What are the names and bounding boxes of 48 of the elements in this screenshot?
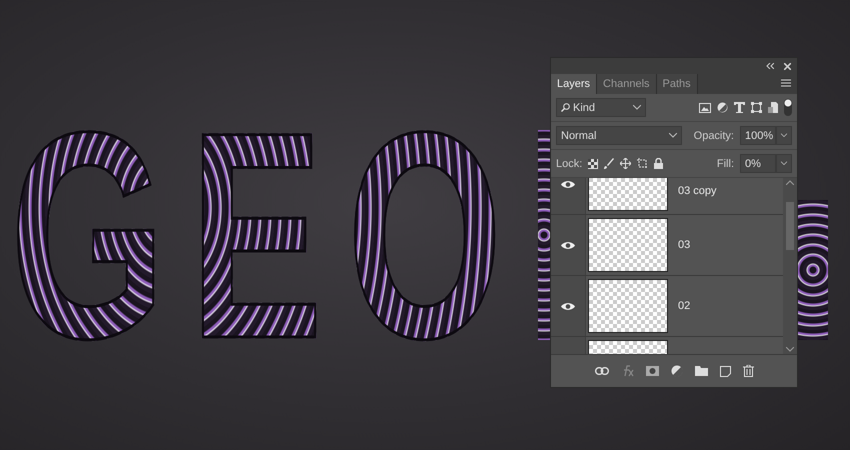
panel-tab[interactable]: Channels — [597, 74, 657, 94]
eye-icon[interactable] — [561, 180, 575, 188]
eye-icon[interactable] — [561, 240, 575, 250]
layer-name: 03 copy — [678, 185, 717, 197]
fill-label: Fill: — [716, 158, 734, 170]
document-icon[interactable] — [768, 102, 778, 113]
transform-icon[interactable] — [751, 102, 762, 113]
trash-icon[interactable] — [742, 365, 754, 377]
scrollbar[interactable] — [783, 178, 797, 354]
half-circle-icon[interactable] — [670, 365, 682, 377]
search-icon — [561, 103, 570, 112]
blend-mode-dropdown[interactable]: Normal — [556, 126, 682, 145]
menu-icon[interactable] — [781, 79, 791, 87]
brush-icon[interactable] — [604, 158, 614, 169]
layer-name: 03 — [678, 239, 690, 251]
lock-label: Lock: — [556, 158, 582, 170]
image-icon[interactable] — [699, 102, 711, 112]
up-chevron-icon[interactable] — [786, 180, 794, 185]
chevron-icon — [633, 105, 641, 110]
mask-icon[interactable] — [646, 366, 658, 376]
padlock-icon[interactable] — [654, 158, 664, 169]
folder-icon[interactable] — [694, 366, 708, 376]
move-icon[interactable] — [620, 158, 632, 169]
crop-icon[interactable] — [637, 158, 648, 169]
layer-row[interactable]: 03 copy — [551, 178, 783, 215]
chevron-icon — [781, 161, 787, 166]
chevron-icon — [781, 133, 787, 138]
half-circle-icon[interactable] — [717, 102, 728, 113]
link-icon[interactable] — [594, 367, 608, 375]
layer-row[interactable]: 02 — [551, 276, 783, 337]
eye-icon[interactable] — [561, 302, 575, 310]
new-layer-icon[interactable] — [720, 366, 730, 376]
fill-field[interactable]: 0% — [740, 154, 776, 173]
chevron-icon — [668, 133, 677, 138]
scrollbar-thumb[interactable] — [786, 202, 794, 250]
toggle-icon[interactable] — [784, 99, 792, 116]
layer-row[interactable]: 03 — [551, 215, 783, 276]
checkerboard-icon[interactable] — [588, 158, 598, 168]
opacity-label: Opacity: — [694, 130, 734, 142]
layer-name: 02 — [678, 300, 690, 312]
filter-dropdown[interactable]: Kind — [556, 98, 646, 117]
close-icon[interactable] — [784, 62, 791, 70]
text-icon[interactable] — [734, 102, 745, 113]
collapse-icon[interactable] — [766, 63, 774, 69]
down-chevron-icon[interactable] — [786, 347, 794, 352]
panel-tab[interactable]: Layers — [551, 74, 598, 94]
opacity-field[interactable]: 100% — [740, 126, 776, 145]
panel-tab[interactable]: Paths — [656, 74, 698, 94]
